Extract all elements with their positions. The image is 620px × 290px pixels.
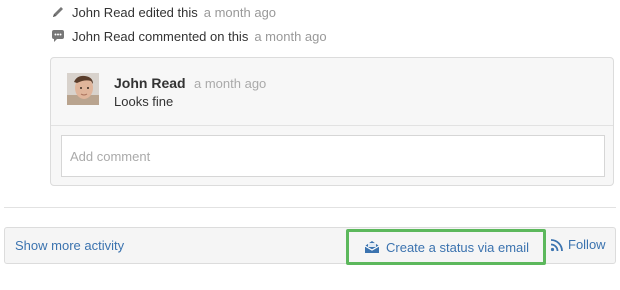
create-status-via-email-label: Create a status via email [386,239,530,255]
comment-time: a month ago [194,76,267,91]
avatar[interactable] [67,73,99,105]
comment-panel: John Read a month ago Looks fine [50,57,614,186]
add-comment-input[interactable] [61,135,605,177]
activity-item-commented: John Read commented on this a month ago [50,26,327,46]
envelope-icon [364,240,380,254]
comment-body: Looks fine [114,94,174,109]
comment-icon [50,28,66,44]
activity-time: a month ago [203,4,277,20]
comment-item: John Read a month ago Looks fine [51,58,613,126]
activity-time: a month ago [254,28,327,44]
rss-icon [550,238,564,252]
pencil-icon [50,4,66,20]
divider [4,207,616,208]
activity-text: John Read edited this [72,4,198,20]
create-status-via-email-button[interactable]: Create a status via email [346,229,546,265]
activity-item-edited: John Read edited this a month ago [50,2,276,22]
follow-label: Follow [568,237,606,252]
activity-text: John Read commented on this [72,28,249,44]
show-more-activity-link[interactable]: Show more activity [15,238,124,253]
comment-author[interactable]: John Read [114,75,186,91]
follow-button[interactable]: Follow [550,237,606,252]
